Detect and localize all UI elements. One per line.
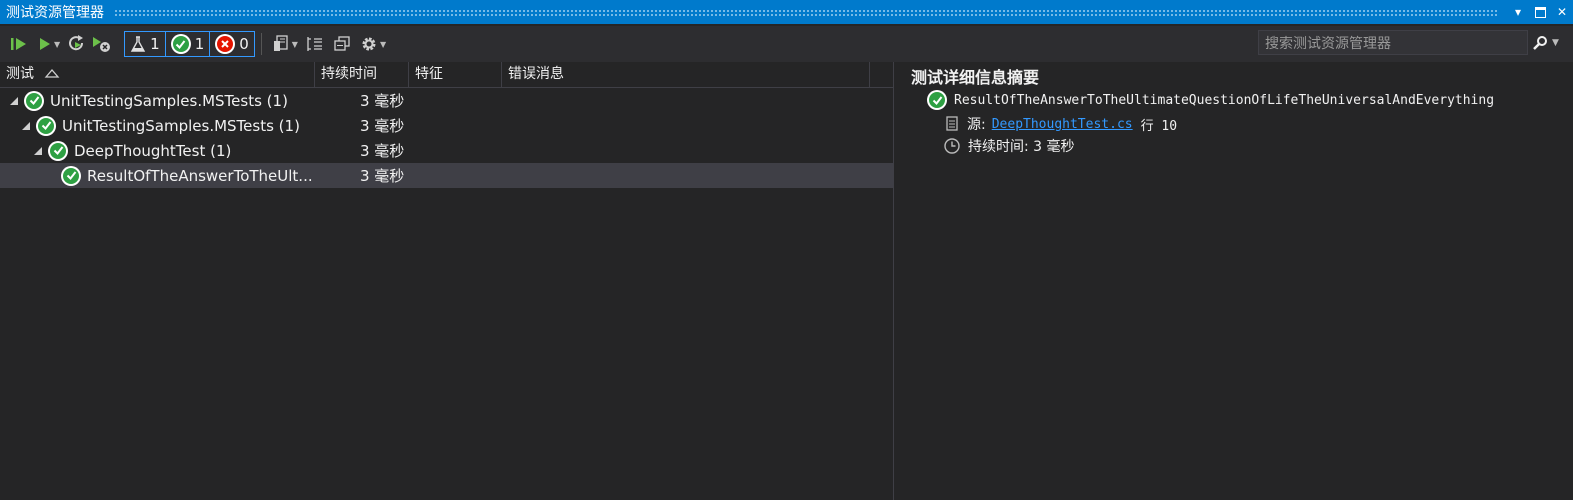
tree-row[interactable]: DeepThoughtTest (1) 3 毫秒 (0, 138, 893, 163)
close-icon[interactable]: ✕ (1551, 1, 1573, 23)
sort-ascending-icon (45, 69, 60, 78)
failed-icon (215, 34, 236, 54)
filter-passed-button[interactable]: 1 (164, 31, 211, 57)
run-button[interactable]: ▼ (38, 31, 60, 57)
passed-icon (36, 115, 56, 136)
tree-row-name: ResultOfTheAnswerToTheUlt... (87, 166, 313, 185)
search-placeholder: 搜索测试资源管理器 (1265, 35, 1391, 52)
search-input[interactable]: 搜索测试资源管理器 (1258, 30, 1528, 55)
filter-failed-button[interactable]: 0 (209, 31, 255, 57)
chevron-down-icon[interactable]: ▼ (1552, 38, 1559, 48)
playlist-button[interactable]: ▼ (272, 31, 298, 57)
clock-icon (944, 138, 960, 154)
gear-icon (362, 37, 376, 51)
expand-arrow-icon[interactable] (10, 96, 18, 105)
run-all-icon (11, 38, 26, 50)
source-file-icon (946, 116, 958, 131)
source-label: 源: (967, 117, 986, 133)
tree-row-name: UnitTestingSamples.MSTests (1) (50, 91, 288, 110)
column-test[interactable]: 测试 (0, 62, 315, 87)
group-by-button[interactable] (306, 31, 324, 57)
repeat-icon (69, 35, 84, 51)
filter-all-button[interactable]: 1 (124, 31, 166, 57)
collapse-all-button[interactable] (334, 31, 350, 57)
maximize-icon[interactable] (1529, 1, 1551, 23)
source-file-link[interactable]: DeepThoughtTest.cs (992, 117, 1133, 132)
dropdown-icon[interactable]: ▾ (1507, 1, 1529, 23)
cancel-run-icon (93, 37, 111, 52)
passed-icon (61, 165, 81, 186)
flask-icon (130, 36, 146, 52)
details-duration-row: 持续时间: 3 毫秒 (943, 136, 1075, 156)
expand-arrow-icon[interactable] (34, 146, 42, 155)
chevron-down-icon[interactable]: ▼ (380, 40, 386, 49)
tree-row-name: UnitTestingSamples.MSTests (1) (62, 116, 300, 135)
filter-failed-count: 0 (239, 35, 249, 53)
passed-icon (24, 90, 44, 111)
group-by-icon (307, 37, 322, 51)
test-details-pane: 测试详细信息摘要 ResultOfTheAnswerToTheUltimateQ… (897, 62, 1573, 500)
playlist-icon (273, 35, 288, 51)
tree-row-duration: 3 毫秒 (360, 92, 405, 110)
expand-arrow-icon[interactable] (22, 121, 30, 130)
details-test-name: ResultOfTheAnswerToTheUltimateQuestionOf… (954, 92, 1495, 108)
column-duration[interactable]: 持续时间 (315, 62, 409, 87)
cancel-run-button[interactable] (92, 31, 112, 57)
details-title: 测试详细信息摘要 (911, 68, 1040, 87)
tree-row-name: DeepThoughtTest (1) (74, 141, 232, 160)
column-traits[interactable]: 特征 (409, 62, 502, 87)
filter-all-count: 1 (150, 35, 160, 53)
toolbar-separator (260, 33, 262, 55)
search-icon (1533, 35, 1547, 50)
chevron-down-icon[interactable]: ▼ (292, 40, 298, 49)
tree-row-duration: 3 毫秒 (360, 142, 405, 160)
collapse-icon (334, 36, 350, 51)
repeat-last-run-button[interactable] (68, 31, 86, 57)
test-list-pane: 测试 持续时间 特征 错误消息 UnitTestingSamples.MSTes… (0, 62, 894, 500)
window-titlebar: 测试资源管理器 ▾ ✕ (0, 0, 1573, 24)
tree-row-duration: 3 毫秒 (360, 117, 405, 135)
details-source-row: 源: DeepThoughtTest.cs 行 10 (945, 114, 1177, 134)
filter-passed-count: 1 (194, 35, 205, 53)
column-error[interactable]: 错误消息 (502, 62, 870, 87)
duration-label: 持续时间: 3 毫秒 (968, 139, 1075, 155)
tree-row[interactable]: UnitTestingSamples.MSTests (1) 3 毫秒 (0, 88, 893, 113)
titlebar-grip[interactable] (114, 8, 1497, 16)
passed-icon (48, 140, 68, 161)
passed-icon (170, 34, 191, 54)
chevron-down-icon[interactable]: ▼ (54, 40, 60, 49)
source-line: 行 10 (1140, 118, 1178, 134)
details-test-name-row: ResultOfTheAnswerToTheUltimateQuestionOf… (927, 90, 1494, 110)
window-title: 测试资源管理器 (6, 5, 104, 21)
play-icon (40, 38, 50, 50)
settings-button[interactable]: ▼ (360, 31, 386, 57)
tree-row-duration: 3 毫秒 (360, 167, 405, 185)
passed-icon (927, 90, 947, 110)
tree-row-selected[interactable]: ResultOfTheAnswerToTheUlt... 3 毫秒 (0, 163, 893, 188)
run-all-button[interactable] (10, 31, 28, 57)
column-headers: 测试 持续时间 特征 错误消息 (0, 62, 893, 88)
tree-row[interactable]: UnitTestingSamples.MSTests (1) 3 毫秒 (0, 113, 893, 138)
search-button[interactable]: ▼ (1532, 30, 1570, 55)
